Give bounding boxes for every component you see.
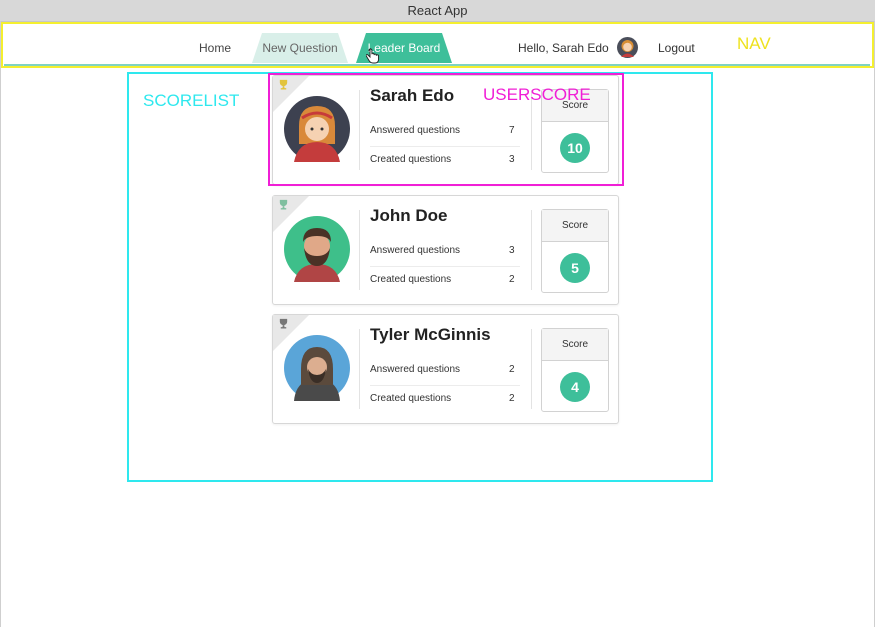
logout-link[interactable]: Logout — [658, 41, 695, 55]
window-border-left — [0, 21, 1, 627]
score-value: 4 — [560, 372, 590, 402]
window-title: React App — [407, 3, 468, 18]
user-score-card: John Doe Answered questions 3 Created qu… — [272, 195, 619, 305]
score-label: Score — [542, 329, 608, 361]
score-box: Score 5 — [541, 209, 609, 293]
answered-label: Answered questions — [370, 245, 461, 256]
answered-count: 3 — [509, 245, 515, 256]
user-name: John Doe — [370, 206, 448, 225]
created-count: 2 — [509, 393, 515, 404]
window-titlebar: React App — [0, 0, 875, 22]
created-label: Created questions — [370, 274, 452, 285]
hand-cursor-icon — [366, 48, 379, 64]
card-divider — [531, 210, 532, 290]
created-count: 2 — [509, 274, 515, 285]
userscore-annotation-label: USERSCORE — [483, 85, 591, 104]
john-avatar-icon — [284, 216, 350, 282]
tab-new-question[interactable]: New Question — [252, 33, 348, 63]
nav-annotation-label: NAV — [737, 34, 771, 53]
trophy-icon — [279, 318, 288, 329]
answered-label: Answered questions — [370, 364, 461, 375]
tyler-avatar-icon — [284, 335, 350, 401]
nav-greeting: Hello, Sarah Edo — [518, 41, 609, 55]
card-divider — [359, 329, 360, 409]
scorelist-annotation-label: SCORELIST — [143, 91, 240, 110]
card-divider — [531, 329, 532, 409]
row-divider — [370, 266, 520, 267]
score-value: 5 — [560, 253, 590, 283]
score-label: Score — [542, 210, 608, 242]
user-avatar-icon[interactable] — [617, 37, 638, 58]
card-divider — [359, 210, 360, 290]
nav-home-link[interactable]: Home — [199, 41, 231, 55]
trophy-icon — [279, 199, 288, 210]
score-box: Score 4 — [541, 328, 609, 412]
user-name: Tyler McGinnis — [370, 325, 491, 344]
answered-count: 2 — [509, 364, 515, 375]
user-score-card: Tyler McGinnis Answered questions 2 Crea… — [272, 314, 619, 424]
row-divider — [370, 385, 520, 386]
created-label: Created questions — [370, 393, 452, 404]
nav-underline — [4, 64, 870, 66]
